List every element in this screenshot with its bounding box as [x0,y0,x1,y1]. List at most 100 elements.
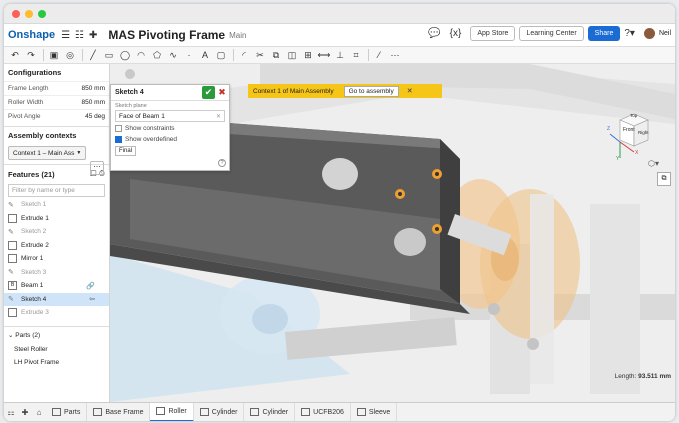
redo-icon[interactable]: ↷ [24,48,38,62]
constraint-icon[interactable]: ⊥ [333,48,347,62]
circle-icon[interactable]: ◯ [118,48,132,62]
config-value[interactable]: 45 deg [85,113,105,120]
user-name[interactable]: Neil [659,30,671,37]
arc-icon[interactable]: ◠ [134,48,148,62]
maximize-window-button[interactable] [38,10,46,18]
display-icon[interactable]: ⌗ [349,48,363,62]
rectangle-icon[interactable]: ▭ [102,48,116,62]
help-icon[interactable]: ?▾ [624,28,635,39]
document-title[interactable]: MAS Pivoting Frame [108,28,225,42]
pattern-icon[interactable]: ⊞ [301,48,315,62]
context-more-button[interactable]: ⋯ [90,161,104,175]
point-icon[interactable]: · [182,48,196,62]
variables-icon[interactable]: {x} [450,28,462,39]
config-value[interactable]: 850 mm [82,99,105,106]
sketch-icon: ✎ [8,269,14,277]
config-value[interactable]: 850 mm [82,85,105,92]
offset-icon[interactable]: ⧉ [269,48,283,62]
fillet-icon[interactable]: ◜ [237,48,251,62]
config-row[interactable]: Roller Width 850 mm [4,95,109,109]
feature-item[interactable]: ✎ Sketch 4 ⇦ [4,292,109,306]
cube-top-label: Top [630,113,638,118]
clear-icon[interactable]: ✕ [216,113,221,120]
avatar[interactable] [643,28,655,39]
use-icon[interactable]: ◎ [63,48,77,62]
close-icon[interactable]: ✕ [407,87,413,95]
share-button[interactable]: Share [587,26,621,41]
tab-cylinder[interactable]: Cylinder [244,402,296,421]
rollback-arrow-icon[interactable]: ⇦ [89,295,95,303]
tab-ucfb206[interactable]: UCFB206 [295,402,351,421]
trim-icon[interactable]: ✂ [253,48,267,62]
tab-base-frame[interactable]: Base Frame [87,402,151,421]
spline-icon[interactable]: ∿ [166,48,180,62]
feature-item[interactable]: Extrude 3 [4,306,109,320]
workspace-name[interactable]: Main [229,31,246,40]
undo-icon[interactable]: ↶ [8,48,22,62]
tab-sleeve[interactable]: Sleeve [351,402,398,421]
config-label: Pivot Angle [8,113,41,120]
feature-item[interactable]: B Beam 1 🔗 [4,279,109,293]
sketch-plane-label: Sketch plane [115,103,147,109]
view-cube[interactable]: Front Top Right Z Y X [607,112,658,164]
document-settings-icon[interactable]: ☷ [75,30,84,41]
config-row[interactable]: Pivot Angle 45 deg [4,109,109,123]
feature-item[interactable]: ✎ Sketch 3 [4,266,109,280]
close-window-button[interactable] [12,10,20,18]
feature-item[interactable]: ✎ Sketch 1 [4,198,109,212]
feature-item[interactable]: Extrude 1 [4,212,109,226]
menu-icon[interactable]: ☰ [61,30,70,41]
feature-filter-input[interactable]: Filter by name or type [8,184,105,197]
dimension-icon[interactable]: ⟷ [317,48,331,62]
sketch-icon: ✎ [8,201,14,209]
line-icon[interactable]: ╱ [86,48,100,62]
home-icon[interactable]: ⌂ [32,408,46,417]
checkbox-unchecked[interactable] [115,125,122,132]
polygon-icon[interactable]: ⬠ [150,48,164,62]
help-icon[interactable]: ? [218,159,226,167]
cancel-x-button[interactable]: ✖ [217,86,227,99]
go-to-assembly-button[interactable]: Go to assembly [343,85,399,97]
learning-center-button[interactable]: Learning Center [519,26,584,41]
add-tab-icon[interactable]: ✚ [18,408,32,417]
part-item[interactable]: Steel Roller [4,343,109,356]
config-row[interactable]: Frame Length 850 mm [4,81,109,95]
app-store-button[interactable]: App Store [470,26,516,41]
tab-parts[interactable]: Parts [46,402,88,421]
add-icon[interactable]: ✚ [89,30,97,41]
more-icon[interactable]: ⋯ [388,48,402,62]
show-overdefined-checkbox[interactable]: Show overdefined [111,134,229,145]
tab-roller[interactable]: Roller [150,402,194,421]
parts-header[interactable]: ⌄ Parts (2) [4,325,109,343]
axis-y-label: Y [616,156,620,162]
features-title: Features (21) [8,169,55,179]
assembly-contexts-title: Assembly contexts [4,126,109,144]
part-studio-icon [301,408,311,416]
sketch-plane-field[interactable]: Face of Beam 1 ✕ [115,110,225,122]
feature-item[interactable]: ✎ Sketch 2 [4,225,109,239]
tab-manager-icon[interactable]: ⚏ [4,408,18,417]
extrude-icon [8,308,17,318]
construction-icon[interactable]: ⁄ [372,48,386,62]
mirror-icon[interactable]: ◫ [285,48,299,62]
checkbox-checked[interactable] [115,136,122,143]
part-studio-icon [250,408,260,416]
assembly-context-select[interactable]: Context 1 – Main Ass ▼ [8,146,86,160]
show-constraints-checkbox[interactable]: Show constraints [111,123,229,134]
minimize-window-button[interactable] [25,10,33,18]
render-mode-icon[interactable]: ⬡▾ [648,159,659,168]
sketch-icon[interactable]: ▣ [47,48,61,62]
feature-item[interactable]: Mirror 1 [4,252,109,266]
extrude-icon [8,240,17,250]
text-icon[interactable]: A [198,48,212,62]
comments-icon[interactable]: 💬 [428,28,440,39]
final-button[interactable]: Final [115,146,137,156]
confirm-check-button[interactable]: ✔ [202,86,215,99]
image-icon[interactable]: ▢ [214,48,228,62]
onshape-logo[interactable]: Onshape [8,29,55,41]
part-item[interactable]: LH Pivot Frame [4,356,109,369]
feature-item[interactable]: Extrude 2 [4,239,109,253]
side-panel-toggle-icon[interactable]: ⧉ [657,172,671,186]
tab-cylinder[interactable]: Cylinder [194,402,245,421]
beam-icon: B [8,281,17,291]
